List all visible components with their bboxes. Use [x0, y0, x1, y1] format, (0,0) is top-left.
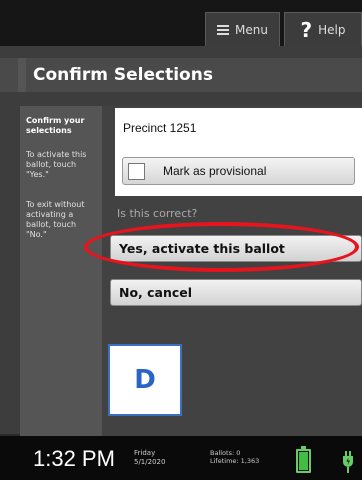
- instructions-activate: To activate this ballot, touch "Yes.": [26, 150, 87, 179]
- lifetime-label: Lifetime:: [210, 457, 239, 465]
- help-icon: ?: [300, 17, 313, 42]
- help-label: Help: [318, 22, 346, 37]
- day-label: Friday: [134, 449, 156, 457]
- provisional-label: Mark as provisional: [163, 164, 267, 178]
- no-cancel-button[interactable]: No, cancel: [110, 279, 362, 306]
- clock-time: 1:32 PM: [33, 446, 115, 471]
- ballots-label: Ballots:: [210, 449, 235, 457]
- yes-activate-button[interactable]: Yes, activate this ballot: [110, 235, 362, 262]
- provisional-checkbox[interactable]: [128, 162, 145, 180]
- ballots-value: 0: [236, 449, 241, 457]
- battery-full-icon: [296, 446, 311, 473]
- page-title: Confirm Selections: [0, 58, 362, 92]
- help-button[interactable]: ? Help: [284, 12, 362, 46]
- ballot-counters: Ballots: 0 Lifetime: 1,363: [210, 449, 259, 465]
- menu-button[interactable]: Menu: [205, 12, 280, 46]
- instructions-exit: To exit without activating a ballot, tou…: [26, 200, 85, 239]
- date-label: 5/1/2020: [134, 458, 166, 466]
- precinct-label: Precinct 1251: [123, 121, 197, 135]
- clock-date: Friday 5/1/2020: [134, 449, 165, 467]
- ballots-row: Ballots: 0: [210, 449, 259, 457]
- overlay-label-d: D: [108, 344, 182, 416]
- menu-label: Menu: [235, 22, 268, 37]
- battery-fill: [299, 452, 308, 470]
- lifetime-value: 1,363: [240, 457, 260, 465]
- lifetime-row: Lifetime: 1,363: [210, 457, 259, 465]
- title-accent: [18, 58, 26, 92]
- instructions-heading: Confirm your selections: [26, 116, 85, 135]
- power-plug-icon: [343, 451, 353, 473]
- confirm-question: Is this correct?: [117, 207, 198, 220]
- mark-provisional-button[interactable]: Mark as provisional: [122, 157, 355, 185]
- instructions-panel: Confirm your selections To activate this…: [20, 106, 102, 436]
- menu-icon: [217, 23, 230, 37]
